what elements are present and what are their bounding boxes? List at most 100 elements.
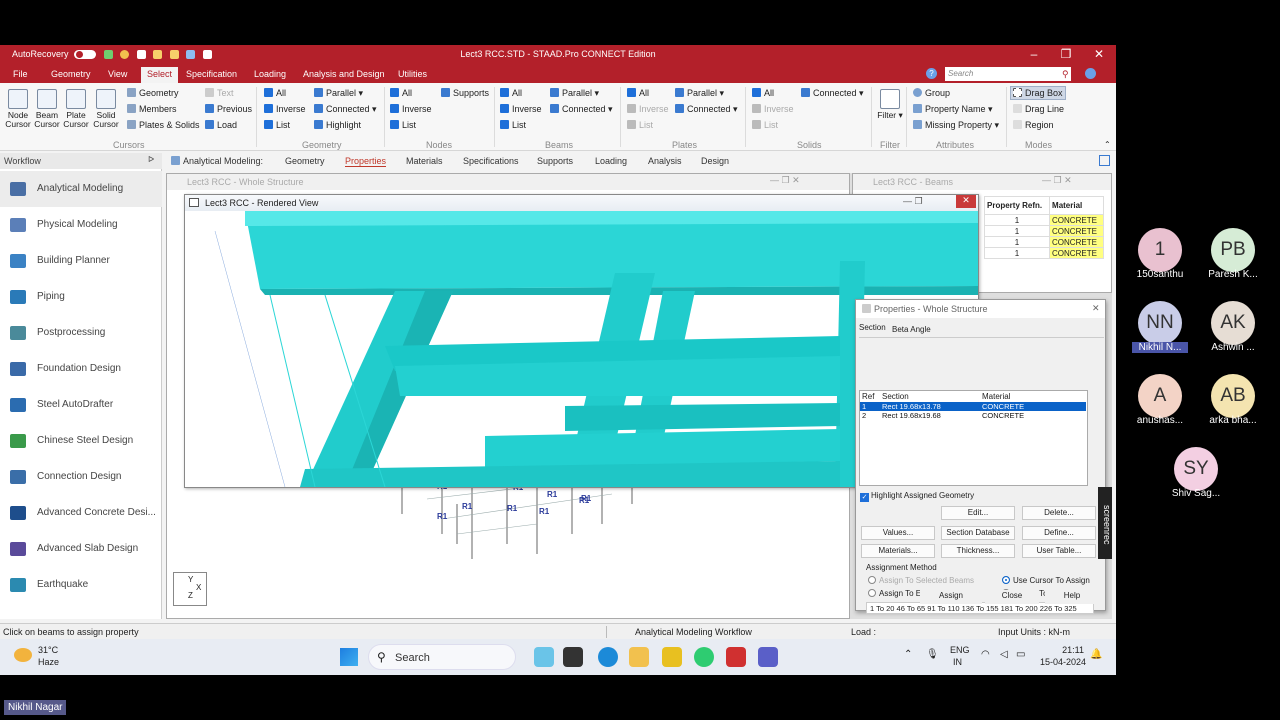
delete-button[interactable]: Delete...: [1022, 506, 1096, 520]
plates-connected[interactable]: Connected ▾: [675, 104, 738, 115]
tab-loading[interactable]: Loading: [595, 156, 627, 166]
beams-connected[interactable]: Connected ▾: [550, 104, 613, 115]
close-button[interactable]: Close: [985, 590, 1039, 604]
plates-solids-cursor-item[interactable]: Plates & Solids: [127, 120, 200, 130]
participant-avatar[interactable]: 1: [1138, 228, 1182, 272]
plates-parallel[interactable]: Parallel ▾: [675, 88, 724, 99]
clock-date[interactable]: 15-04-2024: [1040, 657, 1086, 667]
sticky-notes-icon[interactable]: [662, 647, 682, 667]
workflow-item[interactable]: Advanced Concrete Desi...: [0, 495, 162, 531]
user-table-button[interactable]: User Table...: [1022, 544, 1096, 558]
participant-avatar[interactable]: SY: [1174, 447, 1218, 491]
menu-geometry[interactable]: Geometry: [51, 69, 91, 79]
rendered-close-icon[interactable]: ✕: [956, 195, 976, 208]
menu-specification[interactable]: Specification: [186, 69, 237, 79]
radio-assign-selected[interactable]: Assign To Selected Beams: [868, 576, 974, 585]
geometry-cursor-item[interactable]: Geometry: [127, 88, 179, 98]
beams-all[interactable]: All: [500, 88, 522, 98]
section-database-button[interactable]: Section Database: [941, 526, 1015, 540]
minimize-icon[interactable]: –: [1024, 47, 1044, 61]
geometry-connected[interactable]: Connected ▾: [314, 104, 377, 115]
workflow-item[interactable]: Analytical Modeling: [0, 171, 162, 207]
close-icon[interactable]: ✕: [1089, 47, 1109, 61]
edge-icon[interactable]: [598, 647, 618, 667]
plate-cursor-button[interactable]: Plate Cursor: [62, 89, 90, 129]
plates-inverse[interactable]: Inverse: [627, 104, 669, 114]
help-button[interactable]: Help: [1045, 590, 1099, 604]
geometry-inverse[interactable]: Inverse: [264, 104, 306, 114]
workflow-item[interactable]: Physical Modeling: [0, 207, 162, 243]
solids-inverse[interactable]: Inverse: [752, 104, 794, 114]
node-cursor-button[interactable]: Node Cursor: [4, 89, 32, 129]
radio-use-cursor[interactable]: Use Cursor To Assign: [1002, 576, 1090, 585]
participant-avatar[interactable]: A: [1138, 374, 1182, 418]
tab-specifications[interactable]: Specifications: [463, 156, 519, 166]
dialog-close-icon[interactable]: ✕: [1092, 303, 1100, 314]
tab-analysis[interactable]: Analysis: [648, 156, 682, 166]
volume-icon[interactable]: ◁: [1000, 649, 1008, 660]
solid-cursor-button[interactable]: Solid Cursor: [91, 89, 121, 129]
menu-file[interactable]: File: [13, 69, 28, 79]
search-icon[interactable]: ⚲: [1062, 69, 1069, 80]
participant-avatar[interactable]: NN: [1138, 301, 1182, 345]
solids-all[interactable]: All: [752, 88, 774, 98]
participant-avatar[interactable]: PB: [1211, 228, 1255, 272]
staad-icon[interactable]: [726, 647, 746, 667]
whole-structure-controls[interactable]: — ❐ ✕: [770, 175, 800, 186]
section-row[interactable]: 2 Rect 19.68x19.68 CONCRETE: [860, 411, 1086, 420]
menu-select[interactable]: Select: [141, 67, 179, 83]
beams-window-controls[interactable]: — ❐ ✕: [1042, 175, 1072, 186]
table-row[interactable]: 1 CONCRETE: [983, 247, 1104, 259]
weather-icon[interactable]: [14, 648, 32, 662]
teams-icon[interactable]: [758, 647, 778, 667]
rendered-minmax-icon[interactable]: — ❐: [903, 196, 923, 207]
tab-geometry[interactable]: Geometry: [285, 156, 325, 166]
lang-eng[interactable]: ENG: [950, 645, 970, 655]
nodes-all[interactable]: All: [390, 88, 412, 98]
nodes-supports[interactable]: Supports: [441, 88, 489, 98]
wifi-icon[interactable]: ◠: [981, 649, 990, 660]
workflow-item[interactable]: Connection Design: [0, 459, 162, 495]
tray-chevron-icon[interactable]: ⌃: [904, 649, 912, 660]
nodes-inverse[interactable]: Inverse: [390, 104, 432, 114]
terminal-icon[interactable]: [563, 647, 583, 667]
collapse-ribbon-icon[interactable]: ⌃: [1104, 140, 1111, 149]
workflow-item[interactable]: Postprocessing: [0, 315, 162, 351]
filter-button[interactable]: Filter ▾: [876, 89, 904, 120]
layout-icon[interactable]: [1099, 155, 1110, 166]
screenrec-badge[interactable]: screenrec: [1098, 487, 1112, 559]
clock-time[interactable]: 21:11: [1048, 645, 1084, 655]
tab-section[interactable]: Section: [859, 323, 886, 332]
geometry-all[interactable]: All: [264, 88, 286, 98]
tab-properties[interactable]: Properties: [345, 156, 387, 167]
attr-missing-property[interactable]: Missing Property ▾: [913, 120, 999, 131]
pin-icon[interactable]: ᐅ: [148, 155, 154, 164]
beam-cursor-button[interactable]: Beam Cursor: [33, 89, 61, 129]
table-row[interactable]: 1 CONCRETE: [983, 225, 1104, 237]
materials-button[interactable]: Materials...: [861, 544, 935, 558]
maximize-icon[interactable]: ❐: [1056, 47, 1076, 61]
plates-list[interactable]: List: [627, 120, 653, 130]
previous-item[interactable]: Previous: [205, 104, 252, 114]
copilot-icon[interactable]: [534, 647, 554, 667]
lang-in[interactable]: IN: [953, 657, 962, 667]
beams-inverse[interactable]: Inverse: [500, 104, 542, 114]
members-cursor-item[interactable]: Members: [127, 104, 177, 114]
tab-materials[interactable]: Materials: [406, 156, 443, 166]
solids-list[interactable]: List: [752, 120, 778, 130]
beams-table[interactable]: Property Refn. Material 1 CONCRETE 1 CONCRE…: [983, 196, 1104, 259]
table-row[interactable]: 1 CONCRETE: [983, 236, 1104, 248]
start-icon[interactable]: [340, 648, 358, 666]
define-button[interactable]: Define...: [1022, 526, 1096, 540]
workflow-item[interactable]: Advanced Slab Design: [0, 531, 162, 567]
attr-group[interactable]: Group: [913, 88, 950, 98]
file-explorer-icon[interactable]: [629, 647, 649, 667]
menu-analysis-design[interactable]: Analysis and Design: [303, 69, 385, 79]
workflow-item[interactable]: Foundation Design: [0, 351, 162, 387]
menu-utilities[interactable]: Utilities: [398, 69, 427, 79]
workflow-item[interactable]: Chinese Steel Design: [0, 423, 162, 459]
geometry-highlight[interactable]: Highlight: [314, 120, 361, 130]
solids-connected[interactable]: Connected ▾: [801, 88, 864, 99]
battery-icon[interactable]: ▭: [1016, 649, 1025, 660]
beams-list[interactable]: List: [500, 120, 526, 130]
